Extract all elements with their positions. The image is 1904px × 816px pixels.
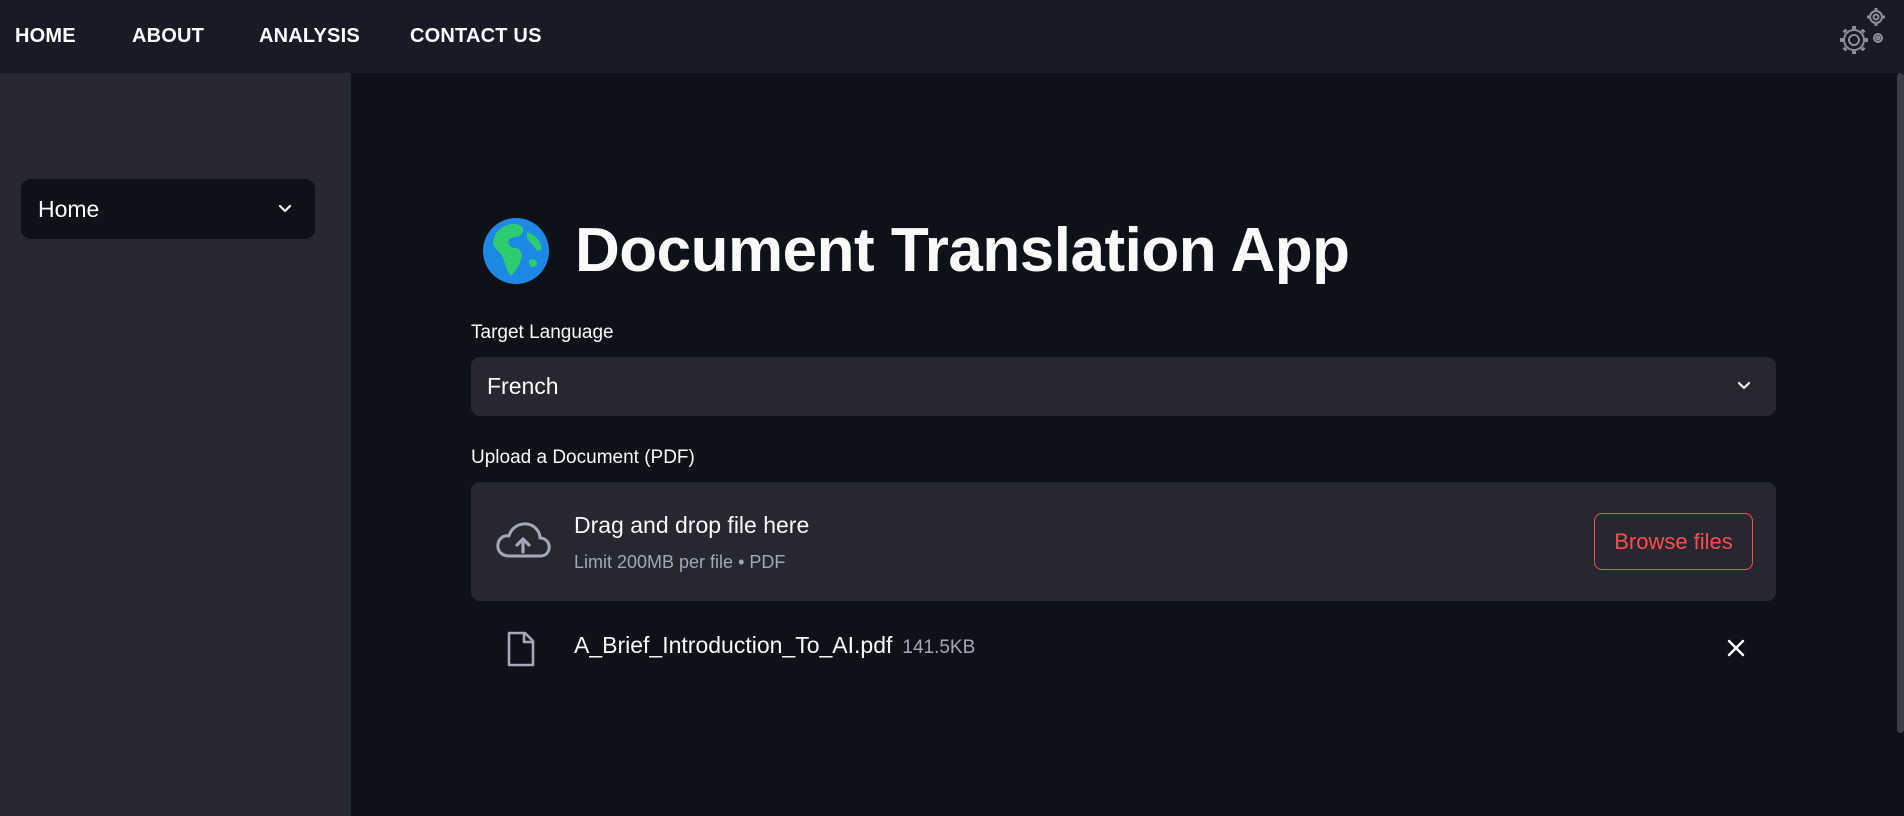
upload-label: Upload a Document (PDF) bbox=[471, 447, 695, 468]
top-nav-bar: HOME ABOUT ANALYSIS CONTACT US bbox=[0, 0, 1904, 73]
main-scrollbar[interactable] bbox=[1897, 73, 1904, 733]
nav-item-contact-us[interactable]: CONTACT US bbox=[410, 25, 542, 48]
cloud-upload-icon bbox=[496, 522, 551, 558]
uploaded-file-row: A_Brief_Introduction_To_AI.pdf 141.5KB bbox=[471, 620, 1776, 676]
dropzone-subtitle: Limit 200MB per file • PDF bbox=[574, 552, 786, 572]
page-title-row: Document Translation App bbox=[481, 215, 1350, 286]
chevron-down-icon bbox=[278, 204, 292, 213]
uploaded-file-size: 141.5KB bbox=[902, 637, 976, 658]
gears-icon[interactable] bbox=[1832, 4, 1890, 62]
target-language-select[interactable]: French bbox=[471, 357, 1776, 416]
file-icon bbox=[507, 631, 535, 667]
file-dropzone[interactable]: Drag and drop file here Limit 200MB per … bbox=[471, 482, 1776, 601]
dropzone-title: Drag and drop file here bbox=[574, 512, 810, 538]
globe-icon bbox=[483, 217, 549, 284]
uploaded-file-name-wrap: A_Brief_Introduction_To_AI.pdf 141.5KB bbox=[574, 632, 975, 659]
target-language-value: French bbox=[487, 373, 559, 399]
nav-item-analysis[interactable]: ANALYSIS bbox=[259, 25, 360, 48]
page-title: Document Translation App bbox=[575, 216, 1350, 285]
nav-item-home[interactable]: HOME bbox=[15, 25, 76, 48]
sidebar-page-select[interactable]: Home bbox=[21, 179, 315, 239]
chevron-down-icon bbox=[1737, 381, 1751, 390]
sidebar-select-value: Home bbox=[38, 195, 100, 222]
close-icon[interactable] bbox=[1725, 637, 1747, 659]
sidebar: Home bbox=[0, 73, 351, 816]
target-language-label: Target Language bbox=[471, 322, 614, 343]
uploaded-file-name: A_Brief_Introduction_To_AI.pdf bbox=[574, 632, 893, 658]
browse-files-button[interactable]: Browse files bbox=[1594, 513, 1753, 570]
nav-item-about[interactable]: ABOUT bbox=[132, 25, 204, 48]
